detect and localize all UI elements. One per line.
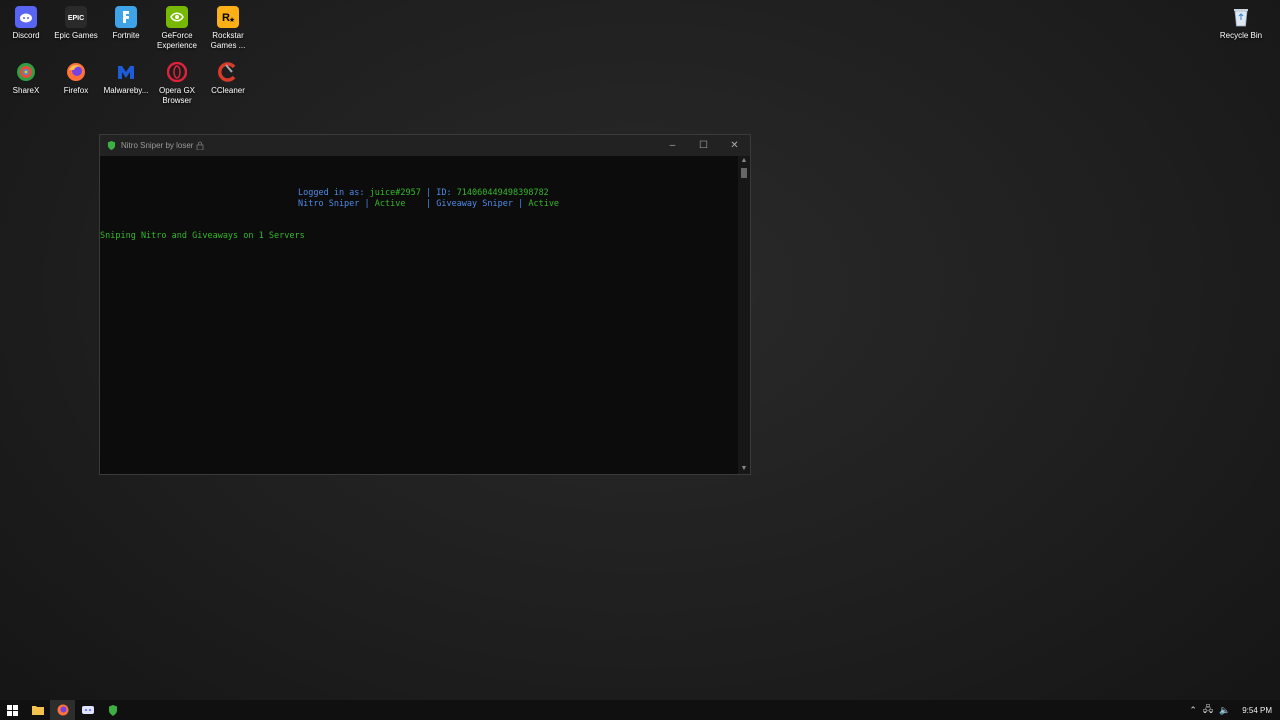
- network-icon[interactable]: 🖧: [1203, 702, 1213, 718]
- desktop-icon-label: Recycle Bin: [1219, 31, 1263, 40]
- opera-gx-icon: [166, 61, 188, 83]
- separator: |: [420, 188, 437, 198]
- desktop-icon-sharex[interactable]: ShareX: [0, 61, 52, 96]
- svg-text:EPIC: EPIC: [68, 15, 84, 22]
- sharex-icon: [15, 61, 37, 83]
- vertical-scrollbar[interactable]: ▲ ▼: [738, 156, 750, 474]
- discord-icon: [81, 706, 94, 714]
- recycle-bin-icon: [1230, 6, 1252, 28]
- windows-logo-icon: [7, 704, 18, 716]
- desktop-icon-geforce-experience[interactable]: GeForce Experience: [151, 6, 203, 51]
- desktop-icon-discord[interactable]: Discord: [0, 6, 52, 41]
- scrollbar-thumb[interactable]: [741, 168, 747, 178]
- taskbar: ⌃ 🖧 🔈 9:54 PM: [0, 700, 1280, 720]
- geforce-experience-icon: [166, 6, 188, 28]
- desktop-icon-label: CCleaner: [211, 86, 245, 95]
- desktop-icon-rockstar-games[interactable]: R ★ Rockstar Games ...: [202, 6, 254, 51]
- taskbar-file-explorer[interactable]: [25, 700, 50, 720]
- login-line: Logged in as: juice#2957 | ID: 714060449…: [298, 188, 549, 199]
- id-value: 714060449498398782: [456, 188, 549, 198]
- taskbar-clock[interactable]: 9:54 PM: [1242, 706, 1272, 715]
- separator: |: [405, 199, 437, 209]
- taskbar-discord[interactable]: [75, 700, 100, 720]
- show-hidden-icons-chevron-icon[interactable]: ⌃: [1189, 705, 1197, 716]
- firefox-icon: [57, 704, 68, 716]
- console-window[interactable]: Nitro Sniper by loser – ☐ ✕ Logged in as…: [99, 134, 751, 475]
- giveaway-sniper-label: Giveaway Sniper: [436, 199, 513, 209]
- id-prefix: ID:: [436, 188, 457, 198]
- giveaway-sniper-status: Active: [528, 199, 560, 209]
- epic-games-icon: EPIC: [65, 6, 87, 28]
- desktop-icon-label: Rockstar Games ...: [210, 31, 246, 50]
- close-button[interactable]: ✕: [719, 135, 750, 156]
- window-titlebar[interactable]: Nitro Sniper by loser – ☐ ✕: [100, 135, 750, 156]
- scroll-up-arrow-icon[interactable]: ▲: [738, 156, 750, 166]
- separator: |: [359, 199, 375, 209]
- lock-icon: [197, 141, 204, 150]
- logged-in-prefix: Logged in as:: [298, 188, 370, 198]
- window-controls: – ☐ ✕: [657, 135, 750, 156]
- separator: |: [512, 199, 529, 209]
- nitro-sniper-label: Nitro Sniper: [298, 199, 360, 209]
- scroll-down-arrow-icon[interactable]: ▼: [738, 464, 750, 474]
- discord-icon: [15, 6, 37, 28]
- minimize-button[interactable]: –: [657, 135, 688, 156]
- app-shield-icon: [107, 141, 116, 150]
- desktop-icon-opera-gx[interactable]: Opera GX Browser: [151, 61, 203, 106]
- app-shield-icon: [108, 704, 117, 716]
- start-button[interactable]: [0, 700, 25, 720]
- volume-icon[interactable]: 🔈: [1219, 705, 1230, 716]
- desktop-icon-firefox[interactable]: Firefox: [50, 61, 102, 96]
- nitro-sniper-status: Active: [374, 199, 406, 209]
- svg-text:★: ★: [229, 16, 235, 24]
- rockstar-games-icon: R ★: [217, 6, 239, 28]
- malwarebytes-icon: [115, 61, 137, 83]
- sniping-status-line: Sniping Nitro and Giveaways on 1 Servers: [100, 231, 305, 241]
- desktop-icon-recycle-bin[interactable]: Recycle Bin: [1215, 6, 1267, 41]
- firefox-icon: [65, 61, 87, 83]
- taskbar-firefox[interactable]: [50, 700, 75, 720]
- username-value: juice#2957: [369, 188, 421, 198]
- maximize-button[interactable]: ☐: [688, 135, 719, 156]
- taskbar-nitro-sniper[interactable]: [100, 700, 125, 720]
- window-title: Nitro Sniper by loser: [121, 141, 194, 150]
- fortnite-icon: [115, 6, 137, 28]
- ccleaner-icon: [217, 61, 239, 83]
- console-output[interactable]: Logged in as: juice#2957 | ID: 714060449…: [100, 156, 738, 474]
- desktop-icon-epic-games[interactable]: EPIC Epic Games: [50, 6, 102, 41]
- desktop-icon-fortnite[interactable]: Fortnite: [100, 6, 152, 41]
- folder-icon: [31, 706, 44, 715]
- desktop-icon-ccleaner[interactable]: CCleaner: [202, 61, 254, 96]
- desktop-icon-malwarebytes[interactable]: Malwareby...: [100, 61, 152, 96]
- status-summary-line: Nitro Sniper | Active | Giveaway Sniper …: [298, 199, 559, 210]
- system-tray: ⌃ 🖧 🔈 9:54 PM: [1189, 700, 1280, 720]
